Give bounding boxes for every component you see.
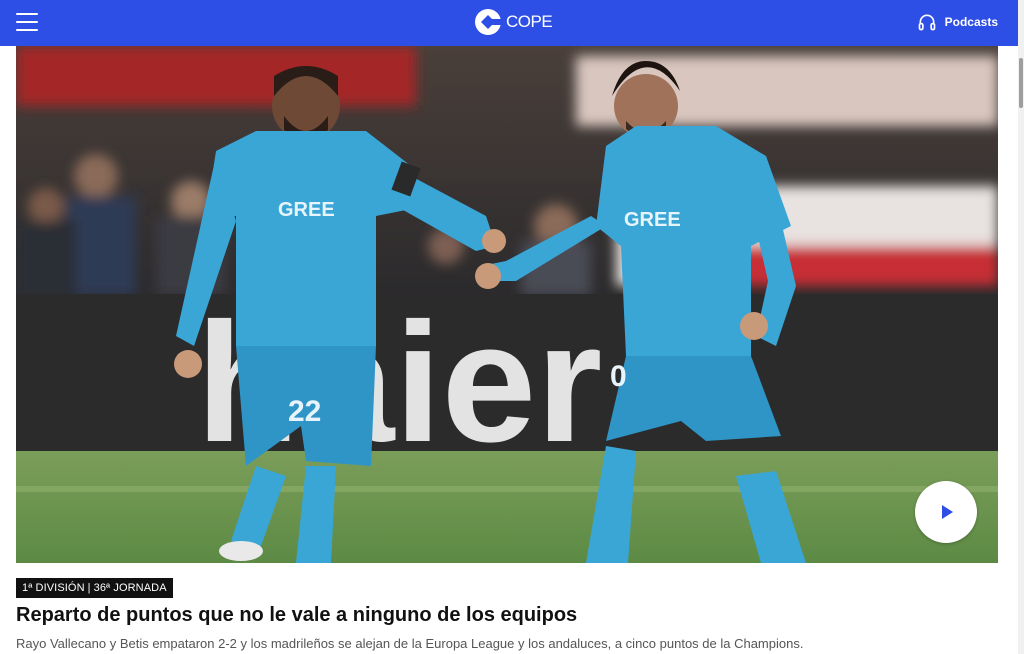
football-photo: haier GREE 22 GREE 0 bbox=[16, 46, 998, 563]
scroll-thumb[interactable] bbox=[1019, 58, 1023, 108]
article-summary: Rayo Vallecano y Betis empataron 2-2 y l… bbox=[16, 636, 804, 651]
play-button[interactable] bbox=[915, 481, 977, 543]
tag-division: 1ª DIVISIÓN bbox=[22, 582, 85, 594]
jersey-number-right: 0 bbox=[610, 360, 627, 393]
top-bar: COPE Podcasts bbox=[0, 0, 1018, 46]
category-tag[interactable]: 1ª DIVISIÓN | 36ª JORNADA bbox=[16, 578, 173, 598]
tag-separator: | bbox=[87, 582, 91, 594]
menu-icon[interactable] bbox=[16, 13, 38, 31]
cope-logo-icon bbox=[475, 9, 502, 35]
podcasts-label: Podcasts bbox=[944, 15, 998, 29]
cope-logo[interactable]: COPE bbox=[474, 6, 553, 38]
tag-round: 36ª JORNADA bbox=[93, 582, 167, 594]
article-headline[interactable]: Reparto de puntos que no le vale a ningu… bbox=[16, 604, 577, 627]
sponsor-right: GREE bbox=[624, 209, 681, 231]
scrollbar[interactable] bbox=[1018, 0, 1024, 654]
logo-text: COPE bbox=[506, 12, 553, 31]
headphones-icon bbox=[918, 14, 935, 31]
podcasts-link[interactable]: Podcasts bbox=[917, 11, 998, 33]
sponsor-left: GREE bbox=[278, 199, 335, 221]
play-icon bbox=[942, 505, 953, 519]
hero-image[interactable]: haier GREE 22 GREE 0 bbox=[16, 46, 998, 563]
jersey-number-left: 22 bbox=[288, 395, 321, 428]
